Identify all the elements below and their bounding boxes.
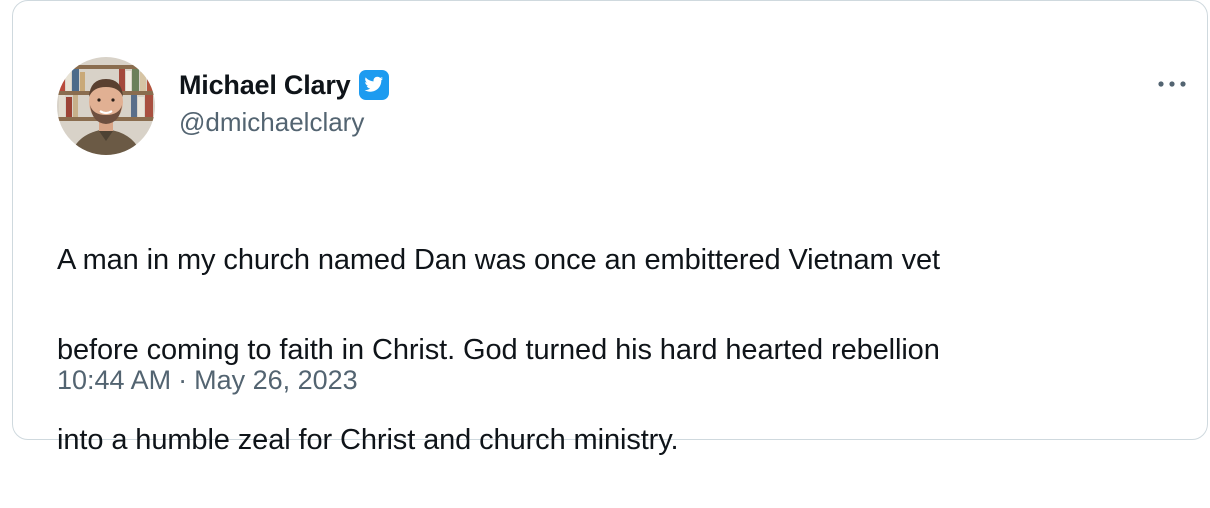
- tweet-text-line: A man in my church named Dan was once an…: [57, 244, 940, 276]
- user-info: Michael Clary @dmichaelclary: [179, 67, 390, 138]
- avatar[interactable]: [57, 57, 155, 155]
- author-name[interactable]: Michael Clary: [179, 70, 351, 101]
- tweet-text: A man in my church named Dan was once an…: [57, 193, 1177, 508]
- author-handle[interactable]: @dmichaelclary: [179, 107, 390, 138]
- tweet-timestamp: 10:44 AM · May 26, 2023: [57, 365, 358, 396]
- tweet-time[interactable]: 10:44 AM: [57, 365, 171, 396]
- more-options-icon[interactable]: [1154, 69, 1190, 99]
- tweet-card: Michael Clary @dmichaelclary A man in my…: [12, 0, 1208, 456]
- separator-dot: ·: [178, 365, 188, 395]
- avatar-image: [57, 57, 155, 155]
- name-row: Michael Clary: [179, 67, 390, 103]
- tweet-date[interactable]: May 26, 2023: [194, 365, 358, 396]
- verified-badge-icon[interactable]: [358, 69, 390, 101]
- tweet-text-line: into a humble zeal for Christ and church…: [57, 424, 679, 456]
